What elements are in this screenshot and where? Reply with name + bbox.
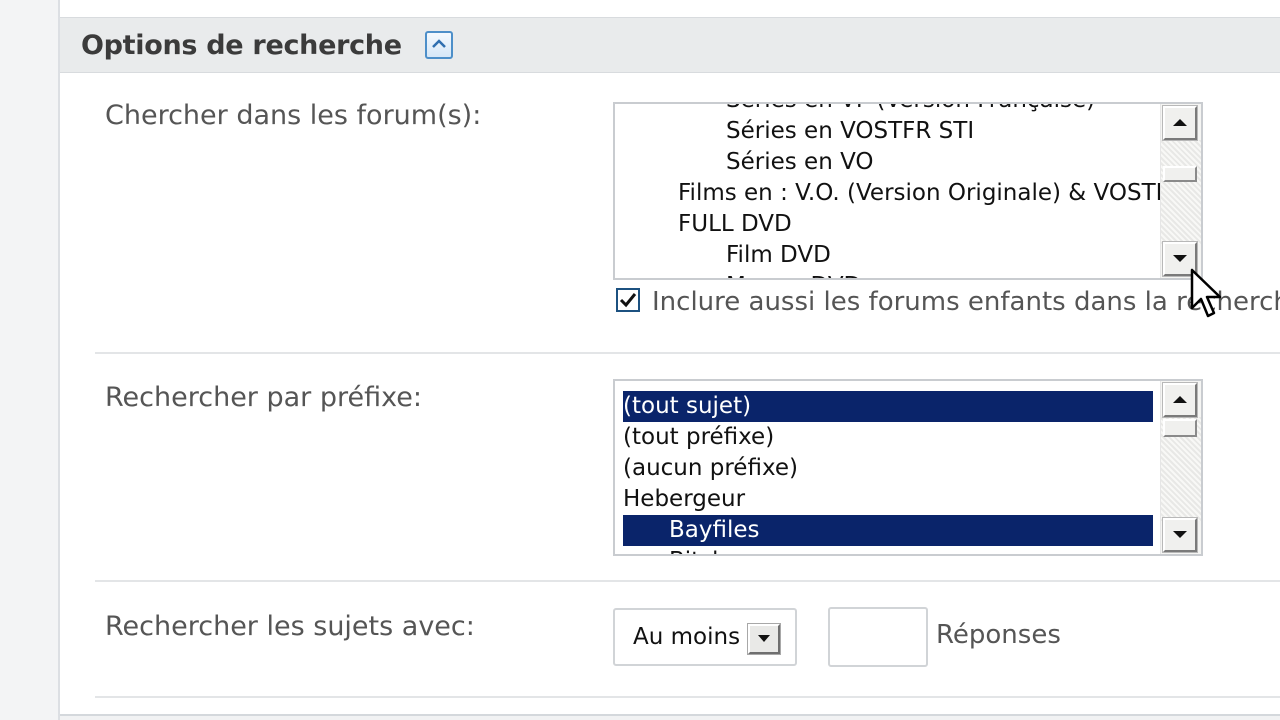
forums-option[interactable]: Films en : V.O. (Version Originale) & VO… — [678, 178, 1163, 209]
divider — [95, 352, 1280, 354]
prefix-option[interactable]: Bayfiles — [623, 515, 1153, 546]
forums-options: Séries en VF (Version Française)Séries e… — [615, 104, 1163, 278]
forums-option[interactable]: Séries en VF (Version Française) — [726, 104, 1095, 116]
include-children-checkbox[interactable] — [616, 288, 640, 312]
replies-count-input[interactable] — [828, 607, 928, 667]
prefix-label: Rechercher par préfixe: — [105, 382, 422, 413]
prefix-option[interactable]: (aucun préfixe) — [623, 453, 798, 484]
forums-scroll-track[interactable] — [1161, 140, 1201, 244]
section-header: Options de recherche — [60, 18, 1280, 73]
search-options-panel: Options de recherche Chercher dans les f… — [60, 0, 1280, 716]
left-gutter — [0, 0, 60, 720]
replies-label: Rechercher les sujets avec: — [105, 611, 475, 642]
arrow-down-icon — [1173, 531, 1187, 538]
forums-option[interactable]: Film DVD — [726, 240, 831, 271]
replies-suffix: Réponses — [936, 620, 1061, 650]
chevron-down-icon — [758, 635, 770, 642]
prefix-scroll-thumb[interactable] — [1163, 419, 1197, 437]
prefix-option[interactable]: Hebergeur — [623, 484, 745, 515]
top-strip — [60, 0, 1280, 18]
prefix-scroll-down[interactable] — [1162, 517, 1198, 553]
dropdown-button[interactable] — [747, 623, 781, 655]
prefix-options: (tout sujet) (tout préfixe) (aucun préfixe… — [615, 381, 1163, 554]
forums-scroll-thumb[interactable] — [1163, 166, 1197, 182]
prefix-listbox[interactable]: (tout sujet) (tout préfixe) (aucun préfixe… — [613, 379, 1203, 556]
prefix-option[interactable]: (tout préfixe) — [623, 422, 774, 453]
arrow-up-icon — [1173, 119, 1187, 126]
prefix-option[interactable]: Bitshare — [669, 546, 764, 554]
forums-option[interactable]: Manga DVD — [726, 271, 861, 278]
forums-label: Chercher dans les forum(s): — [105, 100, 482, 131]
forums-listbox[interactable]: Séries en VF (Version Française)Séries e… — [613, 102, 1203, 280]
forums-scroll-up[interactable] — [1162, 105, 1198, 141]
prefix-scroll-up[interactable] — [1162, 382, 1198, 418]
arrow-up-icon — [1173, 396, 1187, 403]
section-title: Options de recherche — [81, 30, 402, 61]
divider — [95, 580, 1280, 582]
mouse-pointer-icon — [1190, 268, 1222, 318]
forums-scrollbar[interactable] — [1160, 104, 1201, 278]
collapse-up-icon[interactable] — [425, 31, 453, 59]
checkmark-icon — [619, 293, 637, 308]
forums-option[interactable]: Séries en VO — [726, 147, 874, 178]
replies-mode-value: Au moins — [633, 624, 741, 650]
arrow-down-icon — [1173, 255, 1187, 262]
prefix-scrollbar[interactable] — [1160, 381, 1201, 554]
prefix-option[interactable]: (tout sujet) — [623, 391, 1153, 422]
include-children-label[interactable]: Inclure aussi les forums enfants dans la… — [652, 287, 1280, 317]
forums-option[interactable]: Séries en VOSTFR STI — [726, 116, 974, 147]
divider — [95, 696, 1280, 698]
replies-mode-select[interactable]: Au moins — [613, 608, 797, 666]
forums-option[interactable]: FULL DVD — [678, 209, 792, 240]
